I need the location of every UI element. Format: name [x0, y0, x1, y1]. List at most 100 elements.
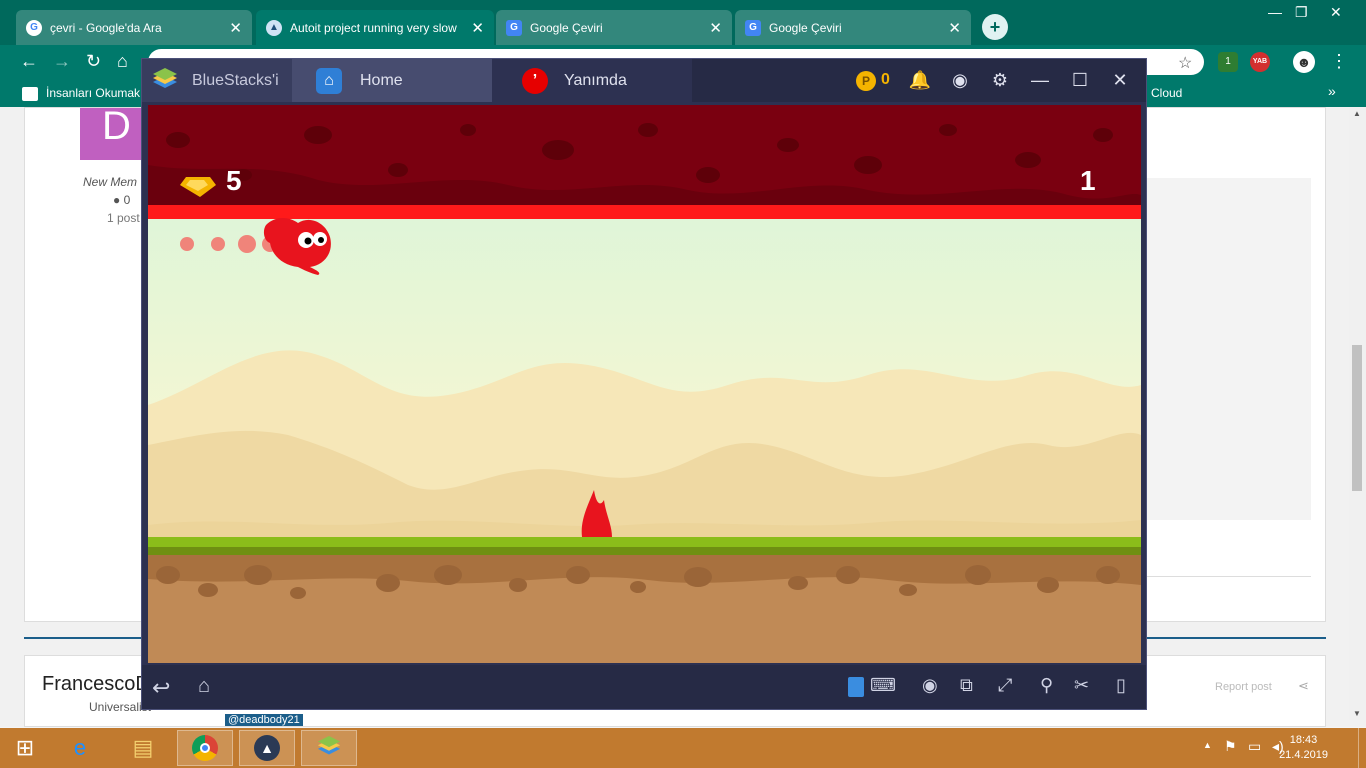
game-scene: [148, 105, 1141, 663]
gem-count: 5: [226, 165, 242, 196]
tab-title: Google Çeviri: [769, 20, 842, 35]
trail-dot: [211, 237, 225, 251]
restore-icon[interactable]: ❐: [1295, 4, 1308, 21]
coin-count: 0: [881, 71, 890, 88]
android-home-icon[interactable]: ⌂: [198, 675, 210, 698]
autoit-taskbar-icon[interactable]: ▲: [239, 730, 295, 766]
extension-badge: 1: [1225, 56, 1231, 67]
score: 1: [1080, 165, 1096, 196]
vodafone-icon: ’: [522, 67, 548, 94]
bookmarks-overflow-icon[interactable]: »: [1328, 83, 1336, 99]
mention-tag[interactable]: @deadbody21: [225, 714, 303, 726]
lava-line: [148, 205, 1141, 219]
share-icon[interactable]: ⋖: [1298, 678, 1309, 694]
tab-yanimda[interactable]: ’ Yanımda: [492, 59, 692, 102]
bluestacks-window: BlueStacks'i ⌂ Home ’ Yanımda P 0 🔔 ◉ ⚙ …: [141, 58, 1147, 710]
settings-gear-icon[interactable]: ⚙: [988, 70, 1012, 91]
game-canvas[interactable]: 5 1: [148, 105, 1141, 663]
browser-tab-strip: G çevri - Google'da Ara ✕ ▲ Autoit proje…: [0, 0, 1366, 45]
autoit-icon: ▲: [266, 19, 282, 36]
google-icon: G: [26, 19, 42, 36]
code-block: [1145, 178, 1311, 520]
forward-icon[interactable]: →: [53, 51, 71, 72]
profile-avatar-icon[interactable]: ☻: [1293, 51, 1315, 73]
translate-icon: G: [506, 19, 522, 36]
yab-label: YAB: [1252, 58, 1268, 65]
close-icon[interactable]: ✕: [1108, 70, 1132, 91]
scrollbar-thumb[interactable]: [1352, 345, 1362, 491]
close-tab-icon[interactable]: ✕: [229, 19, 242, 37]
windows-start-icon[interactable]: ⊞: [0, 730, 50, 766]
action-center-flag-icon[interactable]: ⚑: [1224, 738, 1237, 755]
avatar: D: [80, 106, 142, 160]
new-tab-button[interactable]: +: [982, 14, 1008, 40]
translate-icon: G: [745, 19, 761, 36]
home-icon[interactable]: ⌂: [117, 51, 128, 72]
notification-bell-icon[interactable]: 🔔: [908, 70, 932, 91]
bookmark-item[interactable]: Cloud: [1151, 86, 1182, 100]
reload-icon[interactable]: ↻: [86, 51, 101, 72]
browser-tab-active[interactable]: ▲ Autoit project running very slow ✕: [256, 10, 494, 45]
network-icon[interactable]: ▭: [1248, 738, 1261, 755]
bluestacks-taskbar-icon[interactable]: [301, 730, 357, 766]
reputation-count: ● 0: [113, 193, 131, 207]
home-app-icon: ⌂: [316, 67, 342, 94]
tray-expand-icon[interactable]: ▲: [1203, 740, 1212, 750]
scroll-up-icon[interactable]: ▲: [1353, 109, 1361, 118]
rotate-icon[interactable]: ⧉: [960, 675, 973, 696]
eye-icon[interactable]: ◉: [922, 675, 938, 696]
minimize-icon[interactable]: —: [1268, 4, 1282, 20]
internet-explorer-icon[interactable]: e: [52, 730, 108, 766]
android-back-icon[interactable]: ↩: [152, 675, 170, 701]
bluestacks-logo-icon: [153, 67, 177, 88]
close-tab-icon[interactable]: ✕: [471, 19, 484, 37]
clock-date: 21.4.2019: [1279, 749, 1328, 761]
post-author[interactable]: FrancescoD: [42, 673, 150, 696]
chrome-icon[interactable]: [177, 730, 233, 766]
bookmark-item[interactable]: İnsanları Okumak: [46, 86, 140, 100]
back-icon[interactable]: ←: [20, 51, 38, 72]
tab-home-label: Home: [360, 71, 403, 89]
bluestacks-logo-tab[interactable]: BlueStacks'i: [142, 59, 292, 102]
account-icon[interactable]: ◉: [948, 70, 972, 91]
tab-title: Google Çeviri: [530, 20, 603, 35]
page-scrollbar[interactable]: ▲ ▼: [1349, 107, 1366, 720]
browser-tab[interactable]: G Google Çeviri ✕: [735, 10, 971, 45]
yab-extension-icon[interactable]: YAB: [1250, 52, 1270, 72]
grass-edge: [148, 547, 1141, 555]
close-tab-icon[interactable]: ✕: [948, 19, 961, 37]
location-pin-icon[interactable]: ⚲: [1040, 675, 1053, 696]
tab-home[interactable]: ⌂ Home: [292, 59, 492, 102]
menu-kebab-icon[interactable]: ⋮: [1330, 51, 1348, 72]
star-icon[interactable]: ☆: [1178, 53, 1192, 73]
tab-title: Autoit project running very slow: [290, 20, 457, 35]
bluestacks-logo-label: BlueStacks'i: [192, 71, 279, 89]
tab-yanimda-label: Yanımda: [564, 71, 627, 89]
minimize-icon[interactable]: —: [1028, 70, 1052, 91]
maximize-icon[interactable]: ☐: [1068, 70, 1092, 91]
browser-tab[interactable]: G Google Çeviri ✕: [496, 10, 732, 45]
coin-icon[interactable]: P: [856, 71, 876, 91]
close-tab-icon[interactable]: ✕: [709, 19, 722, 37]
screenshot-scissors-icon[interactable]: ✂: [1074, 675, 1089, 696]
post-count: 1 post: [107, 211, 140, 225]
fullscreen-icon[interactable]: ⤢: [998, 675, 1012, 696]
shield-extension-icon[interactable]: 1: [1218, 52, 1238, 72]
bluestacks-bottom-bar: ↩ ⌂ ⌨ ◉ ⧉ ⤢ ⚲ ✂ ▯: [142, 665, 1146, 709]
clock-time: 18:43: [1289, 734, 1318, 746]
file-explorer-icon[interactable]: ▤: [115, 730, 171, 766]
close-window-icon[interactable]: ✕: [1330, 4, 1342, 21]
divider: [1145, 576, 1311, 577]
member-title: New Mem: [83, 175, 138, 189]
keymap-toggle-icon[interactable]: [848, 677, 864, 697]
trail-dot: [180, 237, 194, 251]
system-clock[interactable]: 18:43 21.4.2019: [1279, 733, 1328, 763]
trail-dot: [238, 235, 256, 253]
device-icon[interactable]: ▯: [1116, 675, 1126, 696]
report-post-link[interactable]: Report post: [1215, 681, 1272, 693]
scroll-down-icon[interactable]: ▼: [1353, 709, 1361, 718]
keyboard-icon[interactable]: ⌨: [870, 675, 896, 696]
show-desktop-button[interactable]: [1358, 728, 1366, 768]
grass-strip: [148, 537, 1141, 547]
browser-tab[interactable]: G çevri - Google'da Ara ✕: [16, 10, 252, 45]
